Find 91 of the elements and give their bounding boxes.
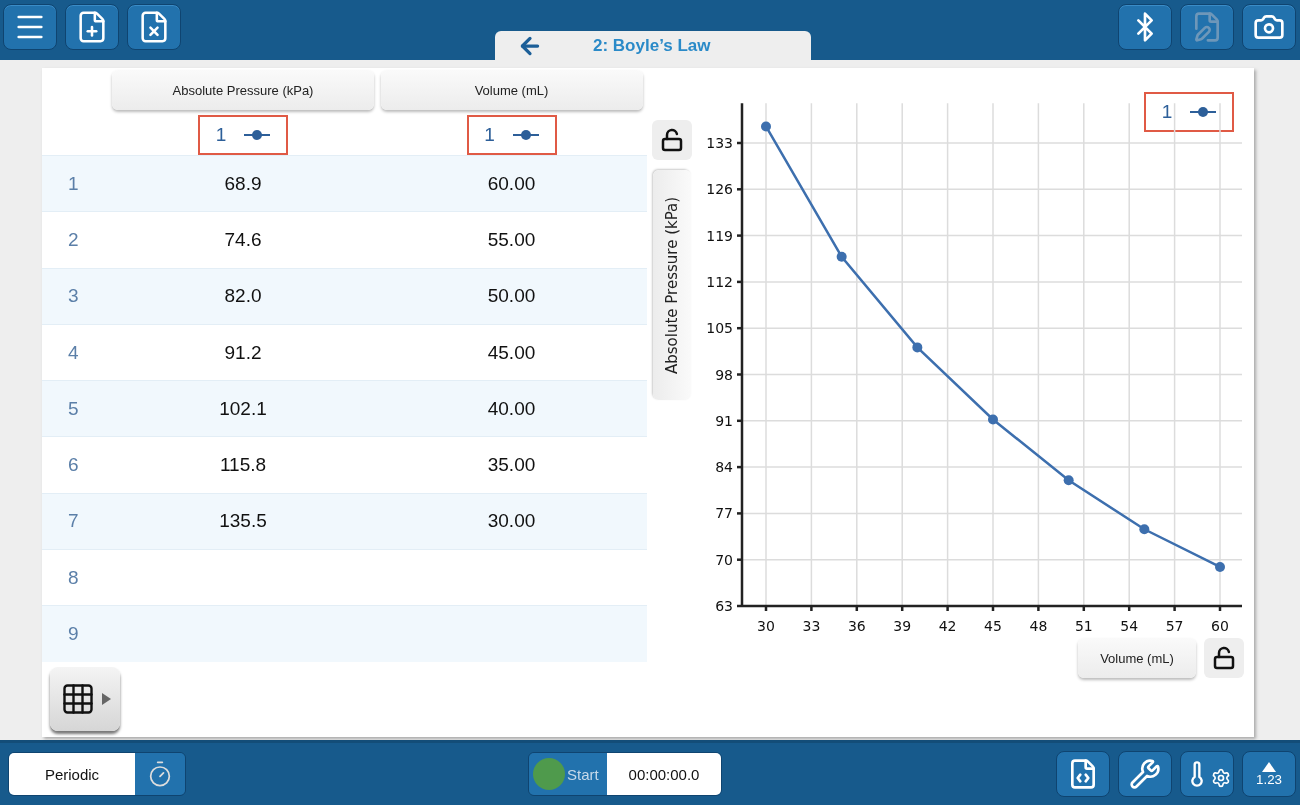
y-axis-label[interactable]: Absolute Pressure (kPa)	[653, 170, 691, 400]
x-axis-lock-button[interactable]	[1204, 638, 1244, 678]
mode-label: Periodic	[9, 753, 135, 795]
data-point	[761, 121, 771, 132]
x-tick-label: 30	[757, 618, 775, 634]
y-tick-label: 77	[715, 505, 733, 522]
triangle-icon	[1262, 761, 1276, 772]
table-cell-text: 45.00	[486, 341, 537, 364]
row-number: 6	[67, 454, 80, 477]
y-axis-lock-button[interactable]	[652, 120, 692, 160]
column-header[interactable]: Volume (mL)	[380, 70, 643, 110]
table-cell-text: 74.6	[223, 228, 263, 251]
caret-icon	[101, 692, 111, 705]
code-button[interactable]	[1056, 751, 1110, 797]
page-title: 2: Boyle’s Law	[593, 35, 711, 56]
start-control[interactable]: Start 00:00:00.0	[528, 752, 722, 796]
column-legend[interactable]: 1	[466, 115, 557, 155]
y-tick-label: 133	[706, 135, 733, 151]
y-tick-label: 112	[706, 273, 733, 290]
y-tick-label: 98	[715, 366, 733, 383]
x-tick-label: 60	[1211, 618, 1229, 634]
y-tick-label: 70	[715, 551, 733, 568]
y-tick-label: 119	[706, 227, 733, 244]
row-number: 1	[67, 172, 80, 195]
legend-label: 1	[215, 124, 227, 146]
x-axis-label[interactable]: Volume (mL)	[1078, 638, 1196, 678]
new-file-button[interactable]	[65, 4, 119, 50]
table-menu-button[interactable]	[50, 666, 120, 731]
y-tick-label: 84	[715, 459, 733, 476]
table-cell-text: 60.00	[486, 172, 537, 195]
line-marker-icon	[512, 129, 539, 141]
x-tick-label: 48	[1029, 618, 1048, 634]
y-tick-label: 105	[706, 320, 733, 337]
line-marker-icon	[1190, 106, 1217, 118]
close-file-button[interactable]	[127, 4, 181, 50]
row-number: 3	[67, 285, 80, 308]
mode-selector[interactable]: Periodic	[8, 752, 186, 796]
bluetooth-button[interactable]	[1118, 4, 1172, 50]
x-tick-label: 57	[1165, 618, 1184, 634]
table-cell-text: 35.00	[486, 454, 537, 477]
start-button[interactable]: Start	[529, 753, 607, 795]
table-cell-text: 135.5	[218, 510, 268, 533]
row-number: 2	[67, 228, 80, 251]
x-tick-label: 42	[938, 618, 957, 634]
table-cell-text: 30.00	[486, 510, 537, 533]
table-cell-text: 40.00	[486, 397, 537, 420]
camera-button[interactable]	[1242, 4, 1296, 50]
record-indicator-icon	[533, 758, 565, 790]
row-number: 7	[67, 510, 80, 533]
row-number: 9	[67, 623, 80, 645]
data-point	[988, 414, 998, 425]
table-cell-text: 115.8	[218, 454, 268, 477]
table-cell-text: 50.00	[486, 285, 537, 308]
table-cell-text: 68.9	[223, 172, 263, 195]
x-tick-label: 36	[847, 618, 866, 634]
row-number: 4	[67, 341, 80, 364]
row-number: 8	[67, 566, 80, 589]
data-point	[836, 251, 847, 262]
meter-button[interactable]: 1.23	[1242, 751, 1296, 797]
elapsed-time: 00:00:00.0	[607, 753, 721, 795]
data-point	[1139, 524, 1150, 535]
y-tick-label: 63	[715, 598, 733, 614]
table-cell-text: 91.2	[223, 341, 263, 364]
tools-button[interactable]	[1118, 751, 1172, 797]
x-tick-label: 51	[1074, 618, 1093, 634]
gear-icon	[1211, 768, 1231, 788]
x-tick-label: 45	[984, 618, 1002, 634]
row-number: 5	[67, 397, 80, 420]
table-cell-text: 55.00	[486, 228, 537, 251]
y-tick-label: 126	[706, 181, 733, 198]
x-tick-label: 33	[802, 618, 821, 634]
x-tick-label: 54	[1120, 618, 1139, 634]
x-tick-label: 39	[893, 618, 912, 634]
mode-button[interactable]	[135, 753, 185, 795]
data-point	[1215, 562, 1225, 572]
data-point	[1063, 475, 1074, 486]
data-point	[912, 342, 923, 353]
unlocked-icon	[1212, 646, 1236, 670]
menu-button[interactable]	[3, 4, 57, 50]
legend-label: 1	[484, 124, 495, 146]
chart-legend[interactable]: 1	[1144, 92, 1234, 132]
unlocked-icon	[660, 128, 684, 152]
sensor-settings-button[interactable]	[1180, 751, 1234, 797]
legend-label: 1	[1161, 101, 1173, 123]
column-header[interactable]: Absolute Pressure (kPa)	[112, 70, 374, 110]
table-cell-text: 102.1	[218, 397, 268, 420]
line-marker-icon	[244, 129, 271, 141]
wrench-icon	[1129, 758, 1161, 790]
column-legend[interactable]: 1	[198, 115, 288, 155]
table-cell-text: 82.0	[223, 285, 263, 308]
y-tick-label: 91	[715, 412, 733, 429]
